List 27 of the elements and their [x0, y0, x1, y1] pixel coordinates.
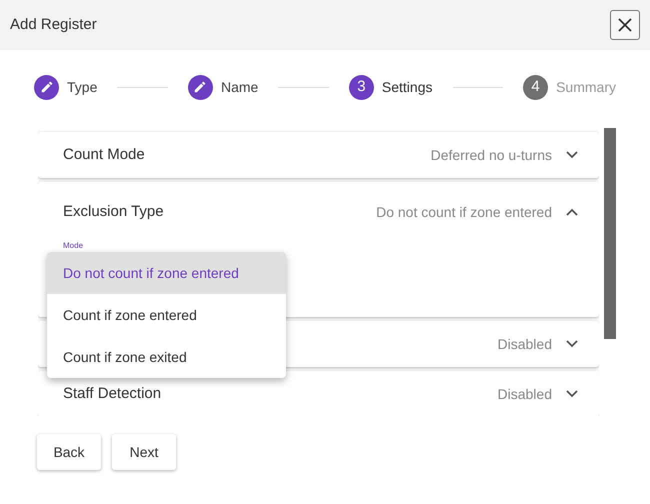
step-label: Settings	[382, 78, 432, 97]
menu-item[interactable]: Do not count if zone entered	[47, 252, 286, 294]
menu-item[interactable]: Count if zone entered	[47, 294, 286, 336]
pencil-icon	[40, 80, 54, 94]
panel-value: Disabled	[498, 384, 552, 404]
panel-value: Deferred no u-turns	[430, 146, 552, 164]
step-label: Summary	[556, 78, 616, 97]
panel-title: Exclusion Type	[63, 202, 165, 222]
chevron-down-icon[interactable]	[566, 151, 578, 159]
menu-item[interactable]: Count if zone exited	[47, 336, 286, 378]
window-title: Add Register	[10, 14, 97, 35]
panel-value: Disabled	[498, 334, 552, 354]
panel-title: Count Mode	[63, 144, 146, 165]
step-label: Name	[220, 78, 258, 96]
panel-value: Do not count if zone entered	[376, 202, 552, 222]
chevron-down-icon[interactable]	[566, 340, 578, 348]
panel-title: Staff Detection	[63, 384, 162, 404]
nav-button[interactable]: Back	[37, 434, 101, 470]
close-icon	[617, 17, 633, 33]
field-label: Mode	[63, 242, 84, 250]
nav-button[interactable]: Next	[112, 434, 176, 470]
step-label: Type	[67, 78, 98, 97]
chevron-down-icon[interactable]	[566, 390, 578, 398]
close-button[interactable]	[610, 10, 640, 40]
chevron-up-icon[interactable]	[566, 208, 578, 216]
scrollbar[interactable]	[604, 128, 616, 339]
pencil-icon	[193, 80, 208, 94]
